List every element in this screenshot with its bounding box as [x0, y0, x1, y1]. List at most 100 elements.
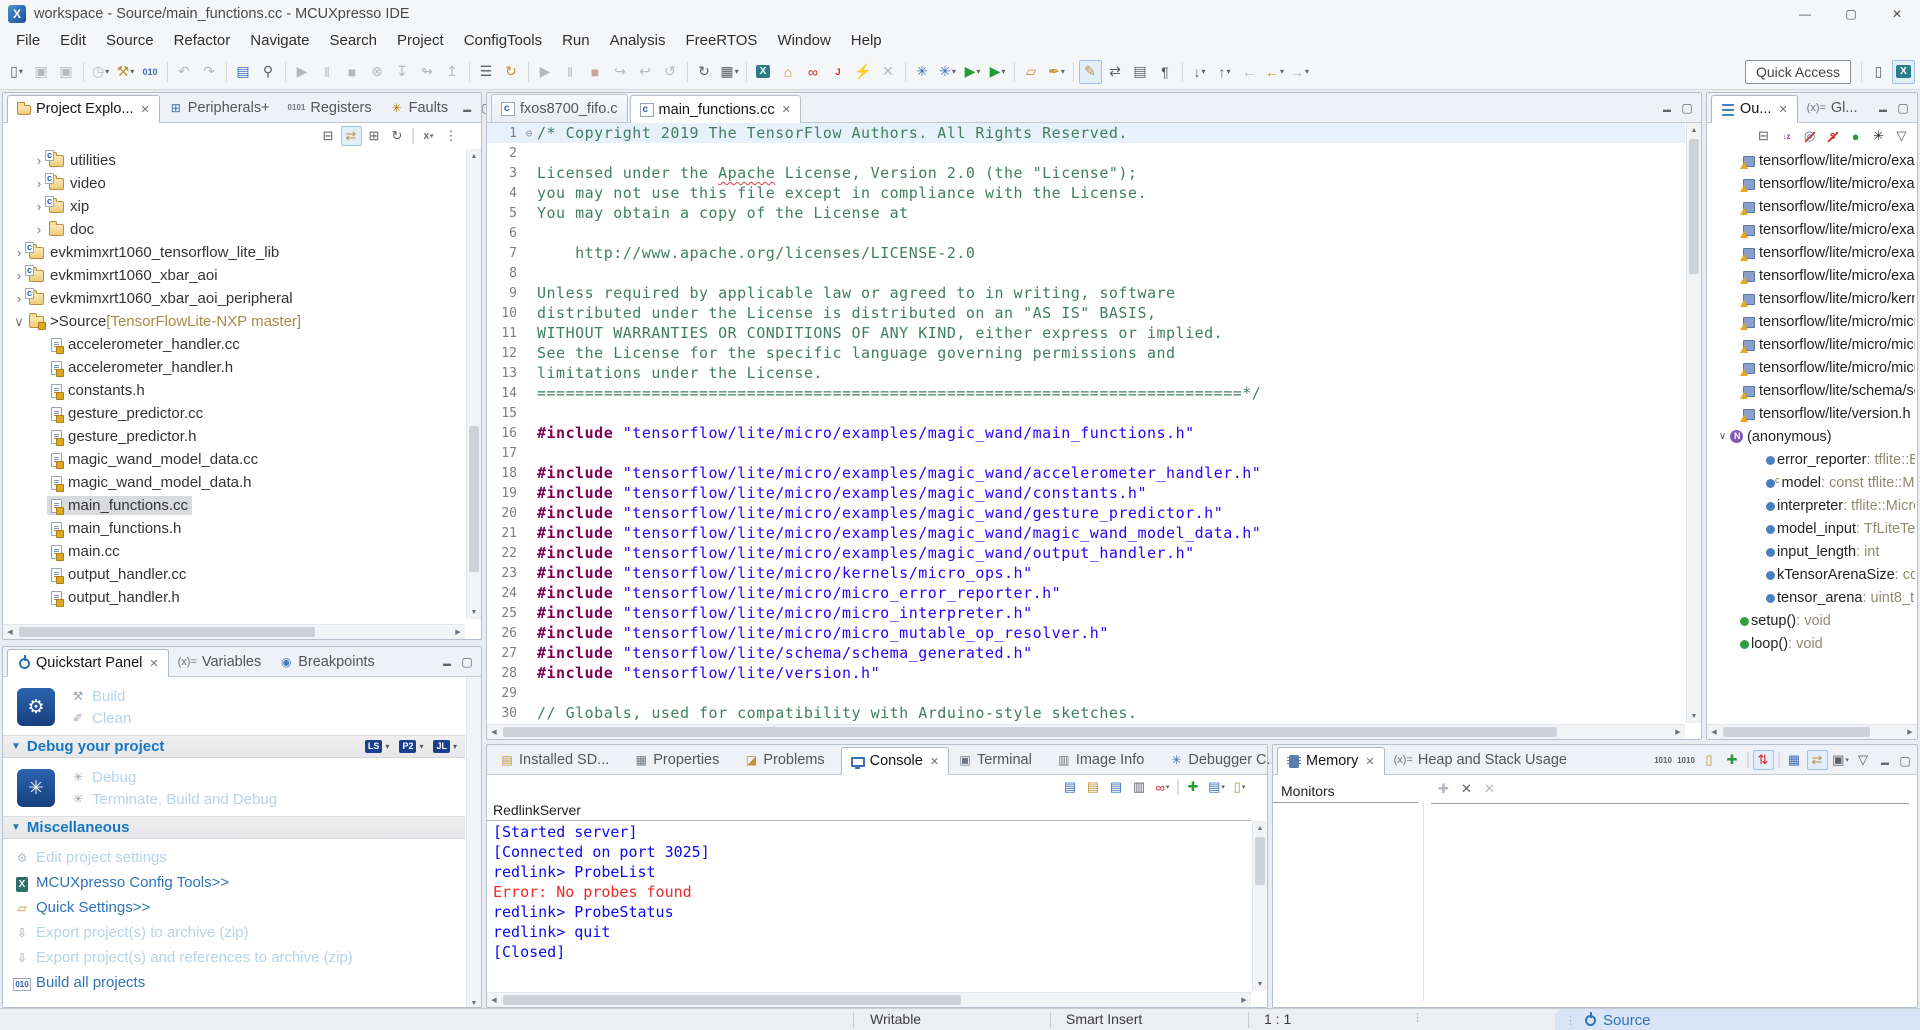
edit-project-settings-link[interactable]: Edit project settings — [13, 845, 465, 870]
separator[interactable] — [687, 62, 688, 82]
tree-item[interactable]: › evkmimxrt1060_xbar_aoi_peripheral — [3, 287, 465, 310]
minimize-view-icon[interactable] — [457, 99, 477, 116]
outline-hscroll[interactable] — [1707, 724, 1917, 739]
refresh-icon[interactable]: ↻ — [693, 60, 716, 84]
menu-item[interactable]: File — [6, 29, 50, 52]
maximize-window-icon[interactable] — [1828, 0, 1874, 27]
hide-fields-icon[interactable]: ◎ — [1799, 126, 1820, 146]
menu-item[interactable]: FreeRTOS — [675, 29, 767, 52]
tab-peripherals[interactable]: Peripherals+ — [160, 94, 279, 122]
tab-project-explorer[interactable]: Project Explo... — [7, 95, 160, 123]
maximize-view-icon[interactable] — [1893, 99, 1913, 116]
home-icon[interactable]: ⌂ — [777, 60, 800, 84]
editor-vscroll[interactable] — [1686, 123, 1701, 723]
view-menu-icon[interactable]: ⋮ — [441, 126, 462, 146]
separator[interactable] — [746, 62, 747, 82]
tab-image-info[interactable]: Image Info — [1048, 746, 1161, 774]
outline-item[interactable]: tensorflow/lite/micro/kernels/micro_ops.… — [1707, 287, 1915, 310]
console-output[interactable]: [Started server] [Connected on port 3025… — [487, 821, 1251, 991]
open-console-icon[interactable]: ▯▾ — [1229, 777, 1250, 797]
minimize-view-icon[interactable] — [1875, 752, 1895, 769]
tab-faults[interactable]: Faults — [381, 94, 458, 122]
undo-icon[interactable]: ↶ — [173, 60, 196, 84]
outline-item[interactable]: tensorflow/lite/version.h — [1707, 402, 1915, 425]
maximize-view-icon[interactable] — [1677, 99, 1697, 116]
separator[interactable] — [412, 128, 414, 144]
source-status[interactable]: Source — [1603, 1012, 1651, 1029]
open-resource-icon[interactable]: ▱ — [1020, 60, 1043, 84]
restart-debug-icon[interactable]: ↺ — [659, 60, 682, 84]
miscellaneous-section-header[interactable]: ▼ Miscellaneous — [3, 816, 465, 839]
separator[interactable] — [1014, 62, 1015, 82]
build-all-link[interactable]: Build all projects — [13, 970, 465, 995]
quickstart-vscroll[interactable] — [466, 677, 481, 1007]
save-all-icon[interactable]: ▣ — [55, 60, 78, 84]
redlink-icon[interactable]: ∞ — [802, 60, 825, 84]
editor-hscroll[interactable] — [487, 724, 1685, 739]
tab-main-functions[interactable]: main_functions.cc — [630, 95, 801, 123]
switch-layout-icon[interactable]: ⇄ — [1807, 750, 1828, 770]
grid-icon[interactable]: ⊞ — [364, 126, 385, 146]
scroll-lock-icon[interactable]: ▤ — [1083, 777, 1104, 797]
previous-annotation-icon[interactable]: ↑▾ — [1213, 60, 1236, 84]
outline-item[interactable]: tensor_arena : uint8_t — [1707, 586, 1915, 609]
menu-item[interactable]: Project — [387, 29, 454, 52]
view-menu-icon[interactable]: ▽ — [1891, 126, 1912, 146]
import-icon[interactable]: 1010 — [1676, 750, 1697, 770]
tab-problems[interactable]: Problems — [735, 746, 840, 774]
disconnect-icon[interactable]: ⊗ — [366, 60, 389, 84]
menu-item[interactable]: Search — [319, 29, 387, 52]
pause-all-icon[interactable]: ‖ — [559, 60, 582, 84]
tab-installed-sdks[interactable]: Installed SD... — [491, 746, 625, 774]
word-wrap-icon[interactable]: ▤ — [1106, 777, 1127, 797]
menu-item[interactable]: ConfigTools — [454, 29, 552, 52]
tree-item[interactable]: › evkmimxrt1060_tensorflow_lite_lib — [3, 241, 465, 264]
tree-item[interactable]: main_functions.h — [3, 517, 465, 540]
sort-icon[interactable]: ↓z — [1776, 126, 1797, 146]
export-archive-link[interactable]: Export project(s) to archive (zip) — [13, 920, 465, 945]
section-collapse-icon[interactable]: ▼ — [11, 741, 21, 752]
cpp-perspective-icon[interactable]: X — [1892, 60, 1915, 84]
suspend-icon[interactable]: ‖ — [316, 60, 339, 84]
jlink-badge[interactable]: JL▾ — [423, 740, 457, 753]
tab-global-variables[interactable]: Gl... — [1798, 94, 1867, 122]
outline-item[interactable]: tensorflow/lite/micro/micro_mutable_op_r… — [1707, 356, 1915, 379]
link-console-icon[interactable]: ∞▾ — [1152, 777, 1173, 797]
reset-icon[interactable]: ↻ — [500, 60, 523, 84]
expand-arrow-icon[interactable]: › — [31, 222, 47, 237]
quick-access-button[interactable]: Quick Access — [1745, 60, 1851, 84]
hide-non-public-icon[interactable]: ● — [1845, 126, 1866, 146]
outline-item[interactable]: tensorflow/lite/micro/examples/magic_wan… — [1707, 218, 1915, 241]
minimize-window-icon[interactable] — [1782, 0, 1828, 27]
tab-heap-stack-usage[interactable]: Heap and Stack Usage — [1385, 746, 1576, 774]
run-icon[interactable]: ▶▾ — [961, 60, 984, 84]
menu-item[interactable]: Navigate — [240, 29, 319, 52]
terminate-icon[interactable]: ■ — [341, 60, 364, 84]
minimize-view-icon[interactable] — [1873, 99, 1893, 116]
tab-fxos8700-fifo[interactable]: fxos8700_fifo.c — [491, 94, 628, 122]
build-all-icon[interactable]: 010 — [139, 60, 162, 84]
separator[interactable] — [285, 62, 286, 82]
step-filters-icon[interactable]: ↪ — [609, 60, 632, 84]
separator[interactable] — [469, 62, 470, 82]
profile-icon[interactable]: ▶ — [534, 60, 557, 84]
outline-item[interactable]: model_input : TfLiteTensor — [1707, 517, 1915, 540]
new-memory-view-icon[interactable]: ▯ — [1699, 750, 1720, 770]
open-perspective-icon[interactable]: ▯ — [1867, 60, 1890, 84]
step-over-icon[interactable]: ↬ — [416, 60, 439, 84]
menu-item[interactable]: Refactor — [164, 29, 241, 52]
pin-memory-icon[interactable]: ✚ — [1722, 750, 1743, 770]
remove-monitor-icon[interactable]: ✕ — [1456, 779, 1477, 799]
add-monitor-icon[interactable]: ✚ — [1433, 779, 1454, 799]
tree-item[interactable]: ∨ > Source [TensorFlowLite-NXP master] — [3, 310, 465, 333]
project-tree[interactable]: › utilities › video › xip — [3, 149, 465, 619]
tree-item[interactable]: › doc — [3, 218, 465, 241]
tab-console[interactable]: Console ✕ — [841, 747, 949, 775]
separator[interactable] — [1073, 62, 1074, 82]
link-with-editor-icon[interactable]: ⇄ — [1104, 60, 1127, 84]
tree-item[interactable]: main_functions.cc — [3, 494, 465, 517]
close-icon[interactable]: ✕ — [930, 755, 939, 768]
step-return-icon[interactable]: ↥ — [441, 60, 464, 84]
link-memory-icon[interactable]: ⇅ — [1753, 750, 1774, 770]
separator[interactable] — [167, 62, 168, 82]
